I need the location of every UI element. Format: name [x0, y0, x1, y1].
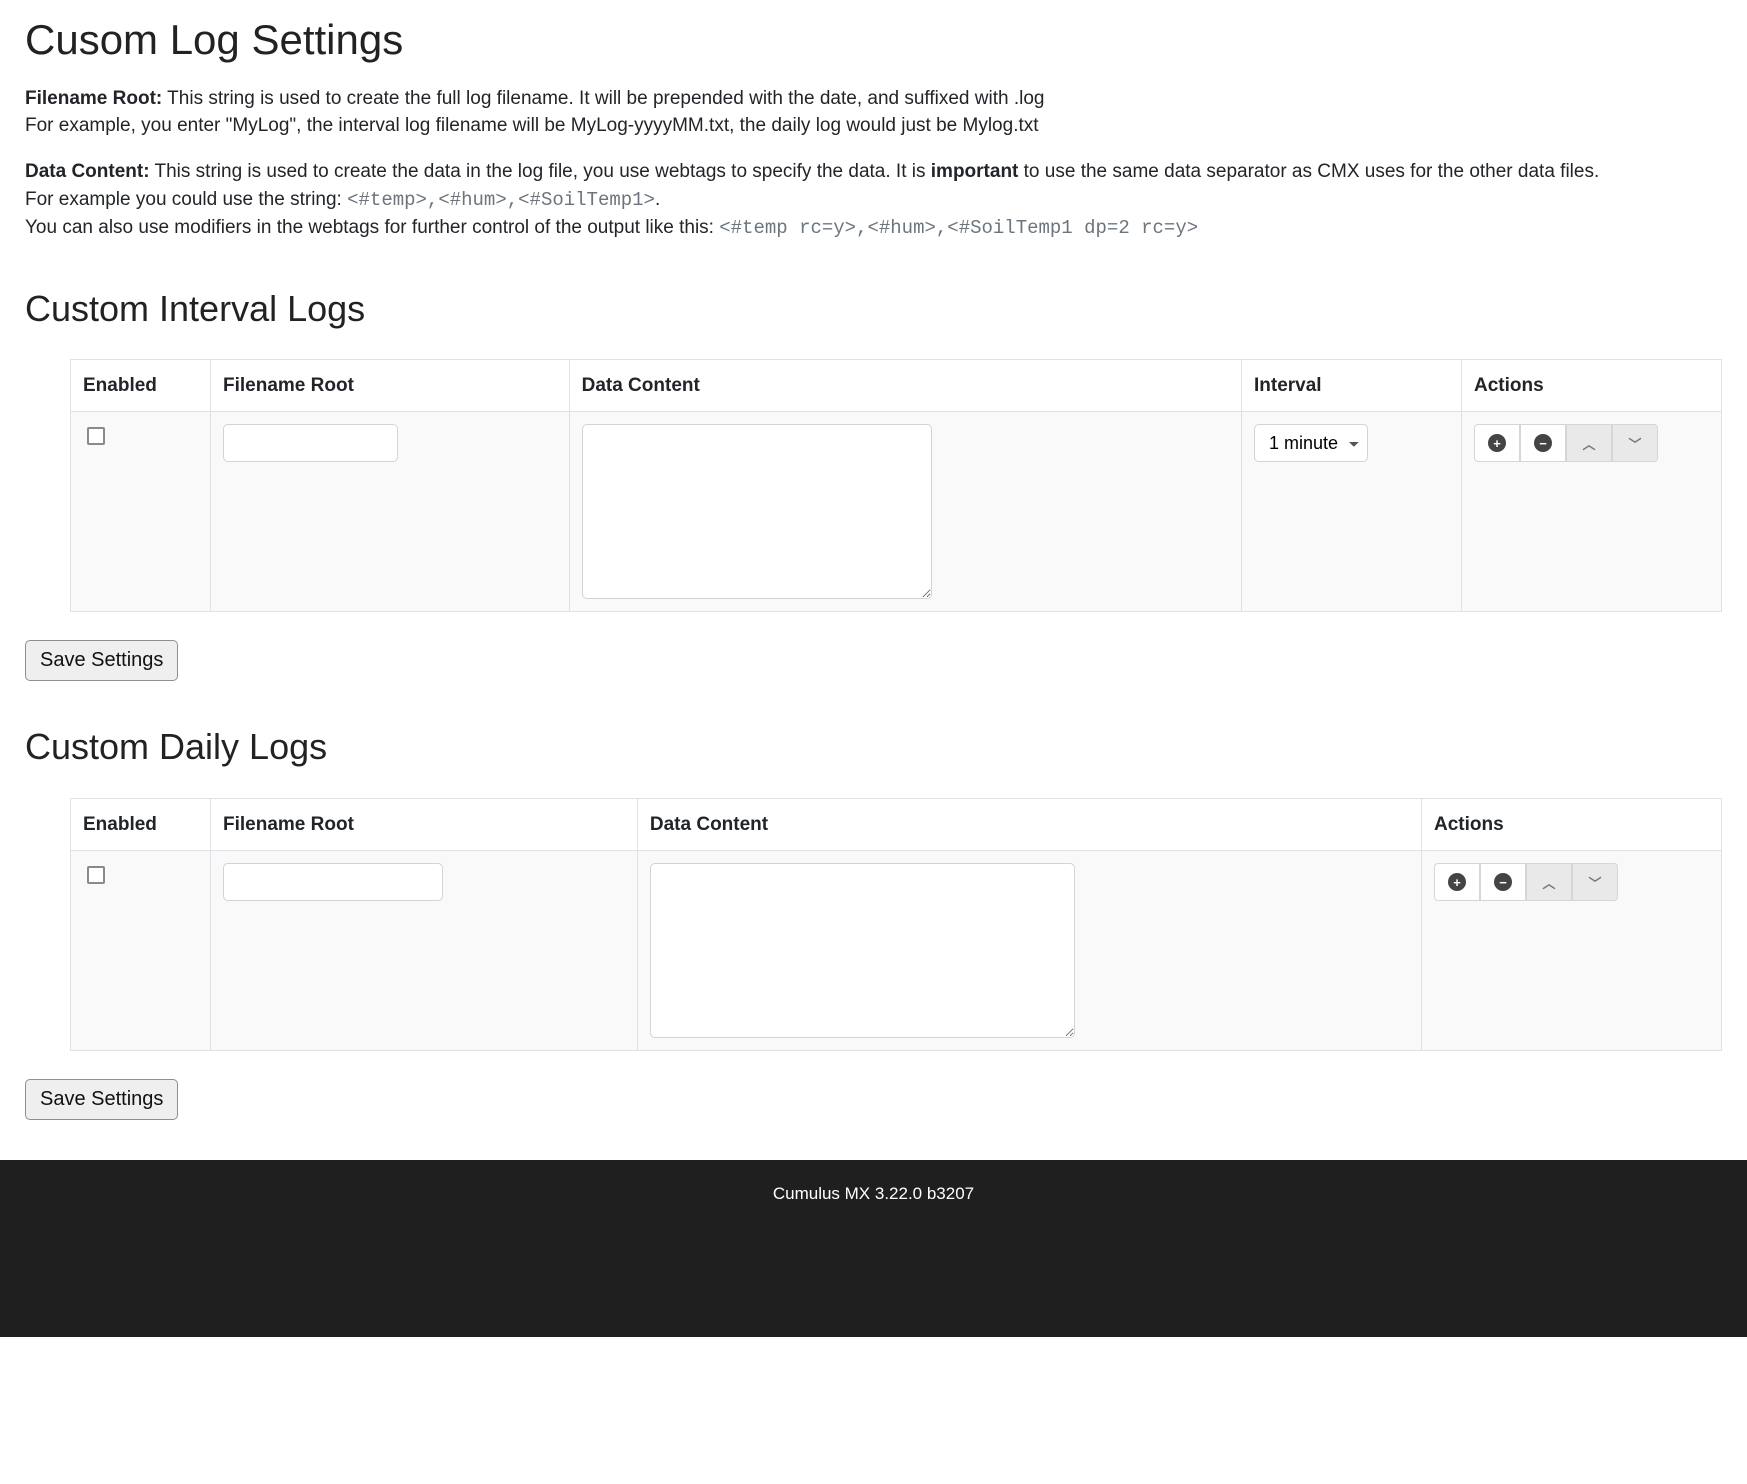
interval-filename-input[interactable] [223, 424, 398, 462]
code-example-1: <#temp>,<#hum>,<#SoilTemp1> [347, 189, 655, 211]
chevron-up-icon: ︿ [1582, 434, 1595, 453]
remove-row-button[interactable]: − [1480, 863, 1526, 901]
filename-root-label: Filename Root: [25, 88, 162, 109]
move-down-button[interactable]: ﹀ [1572, 863, 1618, 901]
chevron-down-icon: ﹀ [1628, 434, 1641, 453]
remove-row-button[interactable]: − [1520, 424, 1566, 462]
code-example-2: <#temp rc=y>,<#hum>,<#SoilTemp1 dp=2 rc=… [719, 217, 1198, 239]
interval-logs-heading: Custom Interval Logs [25, 283, 1722, 335]
daily-enabled-checkbox[interactable] [87, 866, 105, 884]
data-content-label: Data Content: [25, 161, 150, 182]
add-row-button[interactable]: + [1434, 863, 1480, 901]
daily-table-row: + − ︿ ﹀ [71, 851, 1722, 1051]
daily-filename-input[interactable] [223, 863, 443, 901]
interval-data-content-textarea[interactable] [582, 424, 932, 599]
daily-logs-heading: Custom Daily Logs [25, 721, 1722, 773]
data-content-text-2-prefix: For example you could use the string: [25, 189, 347, 210]
data-content-text-3-prefix: You can also use modifiers in the webtag… [25, 217, 719, 238]
th-enabled-daily: Enabled [71, 798, 211, 851]
th-data-content: Data Content [569, 359, 1241, 412]
th-filename-root-daily: Filename Root [211, 798, 638, 851]
data-content-text-1a: This string is used to create the data i… [150, 161, 931, 182]
move-up-button[interactable]: ︿ [1566, 424, 1612, 462]
th-enabled: Enabled [71, 359, 211, 412]
th-actions-daily: Actions [1422, 798, 1722, 851]
intro-data-content: Data Content: This string is used to cre… [25, 158, 1722, 243]
chevron-up-icon: ︿ [1542, 873, 1555, 892]
footer: Cumulus MX 3.22.0 b3207 [0, 1160, 1747, 1337]
add-row-button[interactable]: + [1474, 424, 1520, 462]
intro-filename-root: Filename Root: This string is used to cr… [25, 85, 1722, 140]
daily-logs-table: Enabled Filename Root Data Content Actio… [70, 798, 1722, 1052]
filename-root-text-1: This string is used to create the full l… [162, 88, 1044, 109]
plus-icon: + [1448, 873, 1466, 891]
th-actions: Actions [1462, 359, 1722, 412]
data-content-text-1b: to use the same data separator as CMX us… [1018, 161, 1599, 182]
plus-icon: + [1488, 434, 1506, 452]
th-interval: Interval [1242, 359, 1462, 412]
interval-logs-table: Enabled Filename Root Data Content Inter… [70, 359, 1722, 613]
chevron-down-icon: ﹀ [1588, 873, 1601, 892]
daily-action-group: + − ︿ ﹀ [1434, 863, 1709, 901]
th-filename-root: Filename Root [211, 359, 570, 412]
minus-icon: − [1534, 434, 1552, 452]
interval-table-row: 1 minute + − ︿ ﹀ [71, 412, 1722, 612]
data-content-text-2-suffix: . [655, 189, 660, 210]
interval-enabled-checkbox[interactable] [87, 427, 105, 445]
minus-icon: − [1494, 873, 1512, 891]
interval-action-group: + − ︿ ﹀ [1474, 424, 1709, 462]
save-daily-button[interactable]: Save Settings [25, 1079, 178, 1120]
move-down-button[interactable]: ﹀ [1612, 424, 1658, 462]
important-word: important [931, 161, 1019, 182]
move-up-button[interactable]: ︿ [1526, 863, 1572, 901]
page-title: Cusom Log Settings [25, 10, 1722, 71]
filename-root-text-2: For example, you enter "MyLog", the inte… [25, 115, 1039, 136]
daily-data-content-textarea[interactable] [650, 863, 1075, 1038]
interval-select[interactable]: 1 minute [1254, 424, 1368, 462]
th-data-content-daily: Data Content [637, 798, 1421, 851]
save-interval-button[interactable]: Save Settings [25, 640, 178, 681]
